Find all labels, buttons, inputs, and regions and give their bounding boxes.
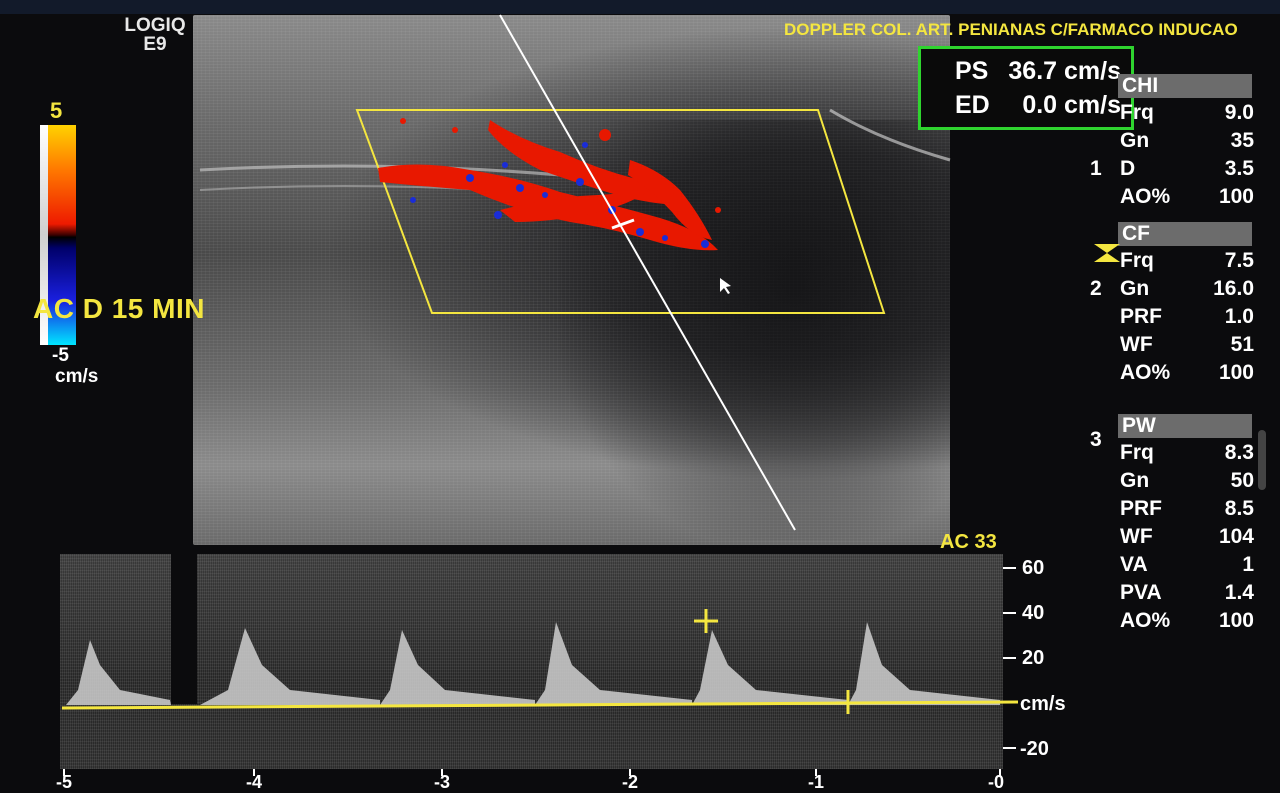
param-key: AO% [1120, 361, 1171, 384]
param-row: PRF 1.0 [1090, 302, 1262, 330]
param-key: AO% [1120, 609, 1171, 632]
param-value: 16.0 [1213, 277, 1254, 300]
x-tick-marks [63, 769, 1001, 776]
param-row: Frq 9.0 [1090, 98, 1262, 126]
y-unit-label: cm/s [1020, 693, 1066, 715]
param-value: 8.3 [1224, 441, 1254, 464]
param-key: WF [1120, 525, 1153, 548]
color-scale-max: 5 [50, 98, 63, 123]
depth-marker: 2 [1090, 277, 1102, 300]
section-chi-title[interactable]: CHI [1118, 74, 1252, 98]
depth-marker: 1 [1090, 157, 1102, 180]
annotation-text: AC D 15 MIN [33, 293, 205, 324]
param-value: 51 [1230, 333, 1254, 356]
param-row: AO% 100 [1090, 182, 1262, 210]
x-tick-label: -0 [988, 772, 1005, 792]
param-value: 100 [1218, 185, 1254, 208]
param-value: 104 [1218, 525, 1254, 548]
param-row: Gn 35 [1090, 126, 1262, 154]
param-value: 35 [1230, 129, 1254, 152]
section-cf-title[interactable]: CF [1118, 222, 1252, 246]
param-value: 1.4 [1224, 581, 1254, 604]
parameter-panel: CHI Frq 9.0 Gn 35 1 D 3.5 AO% 100 CF Frq 7.5 2… [1090, 74, 1262, 634]
param-key: PRF [1120, 497, 1162, 520]
param-value: 1.0 [1224, 305, 1254, 328]
x-tick-label: -2 [622, 772, 639, 792]
param-value: 100 [1218, 361, 1254, 384]
param-key: Frq [1120, 101, 1154, 124]
x-tick-label: -4 [246, 772, 263, 792]
param-key: Frq [1120, 249, 1154, 272]
param-value: 7.5 [1224, 249, 1254, 272]
x-tick-label: -1 [808, 772, 825, 792]
y-tick-40: 40 [1022, 602, 1045, 624]
param-key: PVA [1120, 581, 1162, 604]
param-row: AO% 100 [1090, 606, 1262, 634]
param-row: WF 104 [1090, 522, 1262, 550]
param-row: 1 D 3.5 [1090, 154, 1262, 182]
param-key: Frq [1120, 441, 1154, 464]
param-row: PVA 1.4 [1090, 578, 1262, 606]
doppler-waveform [66, 622, 1000, 705]
param-key: Gn [1120, 277, 1150, 300]
param-key: Gn [1120, 129, 1150, 152]
color-scale-unit: cm/s [55, 366, 99, 387]
x-tick-label: -5 [56, 772, 73, 792]
param-value: 1 [1242, 553, 1254, 576]
section-pw-title[interactable]: PW [1118, 414, 1252, 438]
pw-cursor-line [499, 14, 796, 531]
param-value: 100 [1218, 609, 1254, 632]
param-value: 8.5 [1224, 497, 1254, 520]
param-row: PRF 8.5 [1090, 494, 1262, 522]
param-key: AO% [1120, 185, 1171, 208]
ps-label: PS [955, 57, 989, 85]
ed-label: ED [955, 91, 990, 119]
spectrum-ac-label: AC 33 [940, 531, 997, 553]
param-row: 2 Gn 16.0 [1090, 274, 1262, 302]
y-tick-neg20: -20 [1020, 738, 1049, 760]
x-tick-label: -3 [434, 772, 451, 792]
param-row: 3 Frq 8.3 [1090, 428, 1262, 466]
y-tick-marks [1003, 567, 1016, 749]
param-value: 9.0 [1224, 101, 1254, 124]
panel-scrollbar[interactable] [1258, 430, 1266, 490]
y-tick-20: 20 [1022, 647, 1045, 669]
depth-marker: 3 [1090, 428, 1102, 451]
caliper-ps-icon [694, 609, 718, 633]
exam-title: DOPPLER COL. ART. PENIANAS C/FARMACO IND… [784, 20, 1238, 39]
param-value: 50 [1230, 469, 1254, 492]
param-key: D [1120, 157, 1136, 180]
param-row: Gn 50 [1090, 466, 1262, 494]
mouse-pointer-icon [720, 278, 731, 294]
y-tick-60: 60 [1022, 557, 1045, 579]
param-value: 3.5 [1224, 157, 1254, 180]
param-key: VA [1120, 553, 1148, 576]
param-key: Gn [1120, 469, 1150, 492]
param-key: WF [1120, 333, 1153, 356]
param-key: PRF [1120, 305, 1162, 328]
param-row: Frq 7.5 [1090, 246, 1262, 274]
color-scale-min: -5 [52, 345, 69, 366]
color-flow-red [378, 118, 721, 251]
param-row: AO% 100 [1090, 358, 1262, 386]
param-row: WF 51 [1090, 330, 1262, 358]
param-row: VA 1 [1090, 550, 1262, 578]
